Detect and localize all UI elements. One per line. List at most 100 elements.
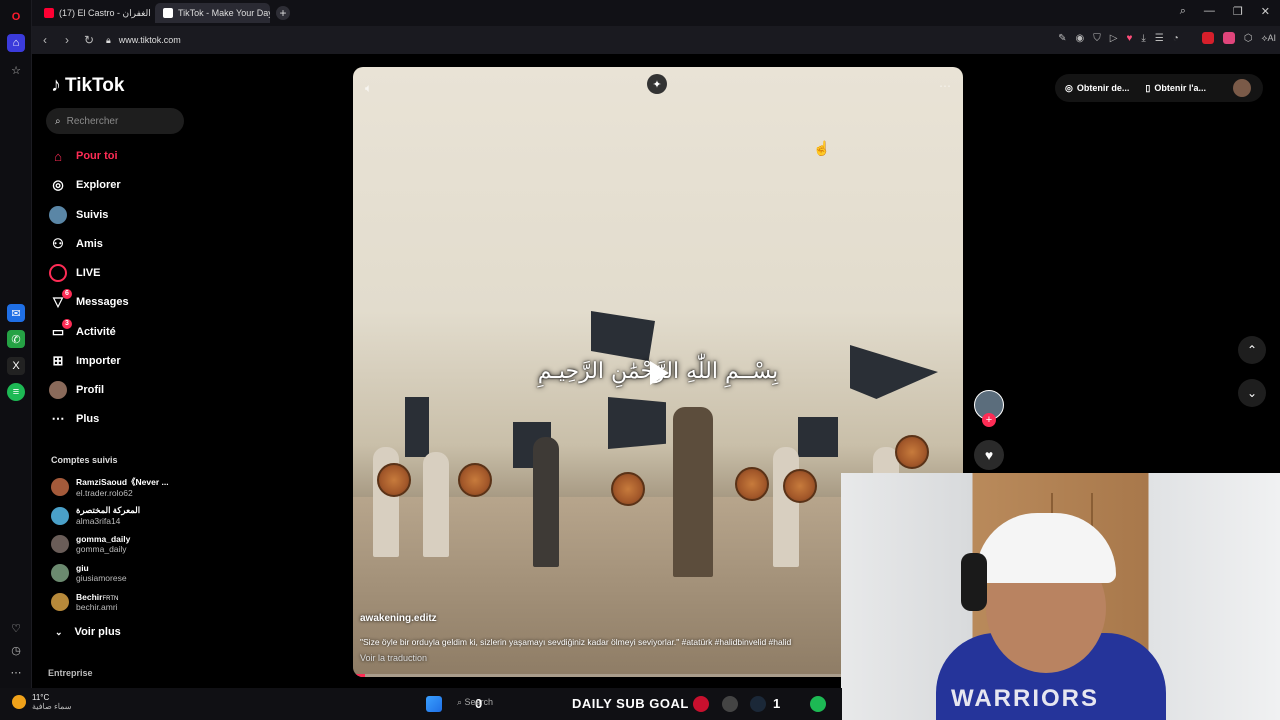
nav-profile[interactable]: Profil [49,379,104,401]
play-button[interactable] [637,352,679,394]
more-dots-icon[interactable]: ⋯ [7,663,25,681]
get-app-label: Obtenir l'a... [1154,83,1206,93]
video-shield [611,472,645,506]
home-icon[interactable]: ⌂ [7,34,25,52]
nav-following[interactable]: Suivis [49,204,108,226]
like-button[interactable]: ♥ [974,440,1004,470]
new-tab-button[interactable]: + [276,6,290,20]
tab-tiktok[interactable]: TikTok - Make Your Day [155,3,270,23]
windows-start-icon[interactable] [426,696,442,712]
account-name: BechirFRTN [76,592,176,602]
followed-account[interactable]: giu giusiamorese [51,563,176,583]
avatar [51,478,69,496]
spotify-icon[interactable] [810,696,826,712]
spotify-icon[interactable]: ≡ [7,383,25,401]
next-video-button[interactable]: ⌄ [1238,379,1266,407]
messenger-icon[interactable]: ✉ [7,304,25,322]
tiktok-note-icon: ♪ [51,74,61,96]
nav-for-you[interactable]: ⌂ Pour toi [49,145,118,167]
friends-icon: ⚇ [52,236,64,251]
compass-icon: ◎ [52,177,64,192]
search-input[interactable]: ⌕ Rechercher [46,108,184,134]
followed-account[interactable]: BechirFRTN bechir.amri [51,592,176,612]
avatar [51,506,69,525]
obs-icon[interactable] [722,696,738,712]
heart-icon[interactable]: ♡ [7,619,25,637]
camera-icon[interactable]: ◉ [1076,33,1085,44]
taskbar: 11°C سماء صافية 0 ⌕ Search DAILY SUB GOA… [0,688,842,720]
following-section-title: Comptes suivis [51,455,118,465]
extension-red-icon[interactable] [1201,32,1214,44]
translate-link[interactable]: Voir la traduction [360,653,427,663]
nav-explore[interactable]: ◎ Explorer [49,174,120,196]
account-name: المعركة المختصرة [76,505,141,515]
tab-label: TikTok - Make Your Day [178,8,270,18]
user-avatar[interactable] [1233,79,1251,97]
more-options-icon[interactable]: ⋯ [939,79,951,93]
extension-pink-icon[interactable] [1222,32,1235,44]
x-twitter-icon[interactable]: X [7,357,25,375]
nav-label: LIVE [76,267,101,279]
nav-friends[interactable]: ⚇ Amis [49,233,103,255]
tab-label: (17) El Castro - الله الغفران [59,7,151,18]
back-icon[interactable]: ‹ [34,33,56,47]
cube-icon[interactable]: ⬡ [1244,33,1253,44]
nav-live[interactable]: LIVE [49,262,100,284]
video-author[interactable]: awakening.editz [360,613,437,624]
opera-gx-icon[interactable] [693,696,709,712]
history-icon[interactable]: ◷ [7,641,25,659]
nav-activity[interactable]: ▭ 3 Activité [49,319,116,343]
account-name: gomma_daily [76,534,131,544]
volume-icon[interactable]: 🔈︎ [365,81,372,96]
reload-icon[interactable]: ↻ [78,33,100,47]
nav-label: Importer [76,355,121,367]
messages-badge: 6 [62,289,72,299]
nav-upload[interactable]: ⊞ Importer [49,350,121,372]
ai-icon[interactable]: ⟡AI [1262,33,1276,44]
nav-more[interactable]: ⋯ Plus [49,408,100,430]
minimize-icon[interactable]: — [1204,5,1215,18]
play-icon[interactable]: ▷ [1110,33,1118,44]
edit-icon[interactable]: ✎ [1058,33,1066,44]
url-field[interactable]: 🔒︎ www.tiktok.com [106,35,181,46]
whatsapp-icon[interactable]: ✆ [7,330,25,348]
restore-icon[interactable]: ❐ [1233,5,1243,18]
get-app-button[interactable]: ▯ Obtenir l'a... [1145,83,1206,94]
messages-icon: ▽ 6 [49,289,72,311]
menu-icon[interactable]: ☰ [1155,33,1164,44]
video-flag [798,417,838,457]
followed-account[interactable]: gomma_daily gomma_daily [51,534,176,554]
weather-widget[interactable]: 11°C سماء صافية [12,693,72,711]
forward-icon[interactable]: › [56,33,78,47]
shield-icon[interactable]: ⛉ [1093,33,1101,44]
follow-creator-button[interactable]: + [982,413,996,427]
followed-account[interactable]: المعركة المختصرة alma3rifa14 [51,505,176,526]
nav-label: Plus [76,413,100,425]
extensions-toolbar: ✎ ◉ ⛉ ▷ ♥ ⤓ ☰ ◔ ⬡ ⟡AI [1058,32,1276,44]
avatar [51,535,69,553]
followed-account[interactable]: RamziSaoud《Never ... el.trader.rolo62 [51,476,176,498]
following-icon [49,206,67,224]
profile-icon[interactable]: ◔ [1173,33,1179,44]
taskbar-search[interactable]: ⌕ Search [457,697,493,708]
footer-company-link[interactable]: Entreprise [48,668,93,678]
heart-icon[interactable]: ♥ [1126,33,1132,44]
see-more-button[interactable]: ⌄ Voir plus [55,626,121,638]
steam-icon[interactable] [750,696,766,712]
nav-messages[interactable]: ▽ 6 Messages [49,289,129,313]
star-icon[interactable]: ☆ [7,61,25,79]
opera-logo-icon[interactable]: O [7,8,25,26]
account-handle: alma3rifa14 [76,516,121,526]
effect-icon[interactable]: ✦ [647,74,667,94]
tiktok-logo[interactable]: ♪ TikTok [51,74,124,97]
tab-youtube[interactable]: (17) El Castro - الله الغفران [36,3,151,23]
chevron-down-icon: ⌄ [1246,386,1258,400]
search-tabs-icon[interactable]: ⌕ [1180,5,1186,18]
close-icon[interactable]: ✕ [1261,5,1270,18]
get-coins-button[interactable]: ◎ Obtenir de... [1065,83,1129,94]
previous-video-button[interactable]: ⌃ [1238,336,1266,364]
avatar [51,593,69,611]
download-icon[interactable]: ⤓ [1141,33,1145,44]
profile-icon [49,381,67,399]
video-caption: "Size öyle bir orduyla geldim ki, sizler… [360,637,792,647]
